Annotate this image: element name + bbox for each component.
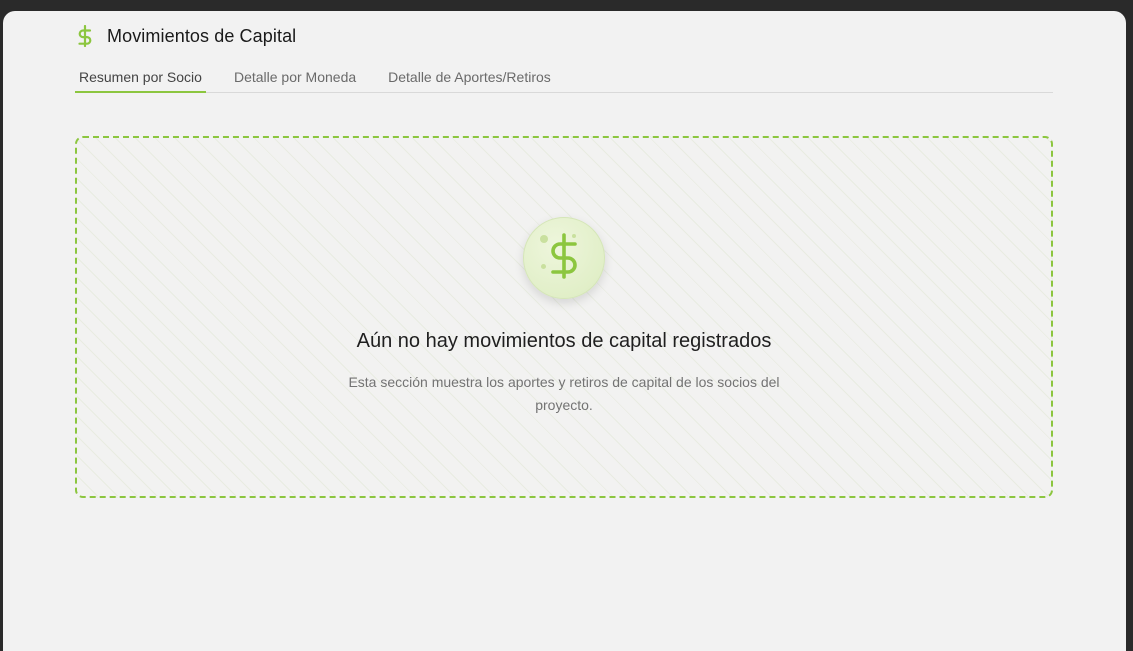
empty-state-card: Aún no hay movimientos de capital regist… xyxy=(75,136,1053,498)
page-title: Movimientos de Capital xyxy=(107,25,297,46)
dollar-icon xyxy=(75,23,95,49)
dollar-icon xyxy=(548,232,580,284)
tab-resumen-por-socio[interactable]: Resumen por Socio xyxy=(75,64,206,93)
page-header: Movimientos de Capital xyxy=(75,23,296,49)
empty-state-title: Aún no hay movimientos de capital regist… xyxy=(356,330,772,352)
app-window: Movimientos de Capital Resumen por Socio… xyxy=(3,11,1126,651)
tab-detalle-por-moneda[interactable]: Detalle por Moneda xyxy=(230,64,360,92)
empty-state-icon-badge xyxy=(523,217,605,299)
decorative-dot xyxy=(572,234,576,238)
decorative-dot xyxy=(541,264,546,269)
empty-state-description: Esta sección muestra los aportes y retir… xyxy=(348,374,780,413)
tab-detalle-aportes-retiros[interactable]: Detalle de Aportes/Retiros xyxy=(384,64,555,92)
decorative-dot xyxy=(540,235,548,243)
tab-bar: Resumen por Socio Detalle por Moneda Det… xyxy=(75,64,1053,93)
